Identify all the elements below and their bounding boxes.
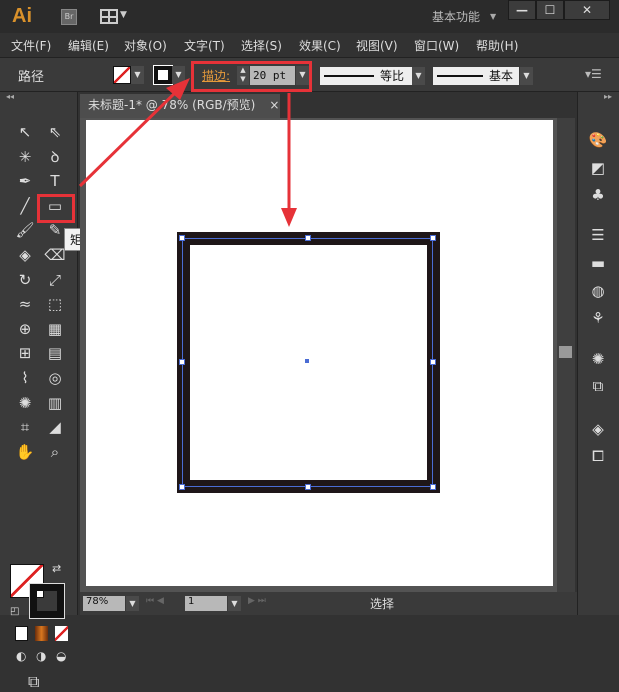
arrowhead (281, 208, 297, 227)
first-artboard-button[interactable]: ⏮ ◀ (146, 596, 164, 606)
layers-icon[interactable]: ◈ (586, 418, 610, 440)
stroke-panel-icon[interactable]: ☰ (586, 224, 610, 246)
current-tool-status[interactable]: 选择 (370, 595, 394, 612)
status-bar: 78% ▼ ⏮ ◀ 1 ▼ ▶ ⏭ 选择 (80, 592, 577, 615)
color-guide-icon[interactable]: 🎨 (586, 129, 610, 151)
symbols-icon[interactable]: ♣ (586, 184, 610, 206)
artboard-input[interactable]: 1 (185, 596, 227, 611)
appearance-icon[interactable]: ✺ (586, 348, 610, 370)
brushes-icon[interactable]: ⚘ (586, 307, 610, 329)
gradient-mode-icon[interactable] (35, 626, 48, 641)
annotation-arrows (78, 78, 297, 227)
arrow-tool-to-stroke (78, 86, 182, 188)
artboard-dropdown[interactable]: ▼ (228, 596, 241, 611)
zoom-dropdown[interactable]: ▼ (126, 596, 139, 611)
swatches-icon[interactable]: ◩ (586, 157, 610, 179)
draw-normal-icon[interactable]: ◐ (16, 649, 26, 663)
none-mode-icon[interactable] (55, 626, 68, 641)
transparency-icon[interactable]: ◍ (586, 280, 610, 302)
color-mode-icon[interactable] (15, 626, 28, 641)
last-artboard-button[interactable]: ▶ ⏭ (248, 596, 266, 606)
zoom-input[interactable]: 78% (83, 596, 125, 611)
draw-inside-icon[interactable]: ◒ (56, 649, 66, 663)
artboards-icon[interactable]: ⧠ (586, 445, 610, 467)
gradient-panel-icon[interactable]: ▬ (586, 252, 610, 274)
draw-behind-icon[interactable]: ◑ (36, 649, 46, 663)
right-panel-dock: ▸▸ 🎨 ◩ ♣ ☰ ▬ ◍ ⚘ ✺ ⧉ ◈ ⧠ (577, 92, 619, 615)
collapse-icon[interactable]: ▸▸ (604, 92, 612, 101)
screen-mode-icon[interactable]: ⧉ (28, 672, 39, 692)
graphic-styles-icon[interactable]: ⧉ (586, 375, 610, 397)
